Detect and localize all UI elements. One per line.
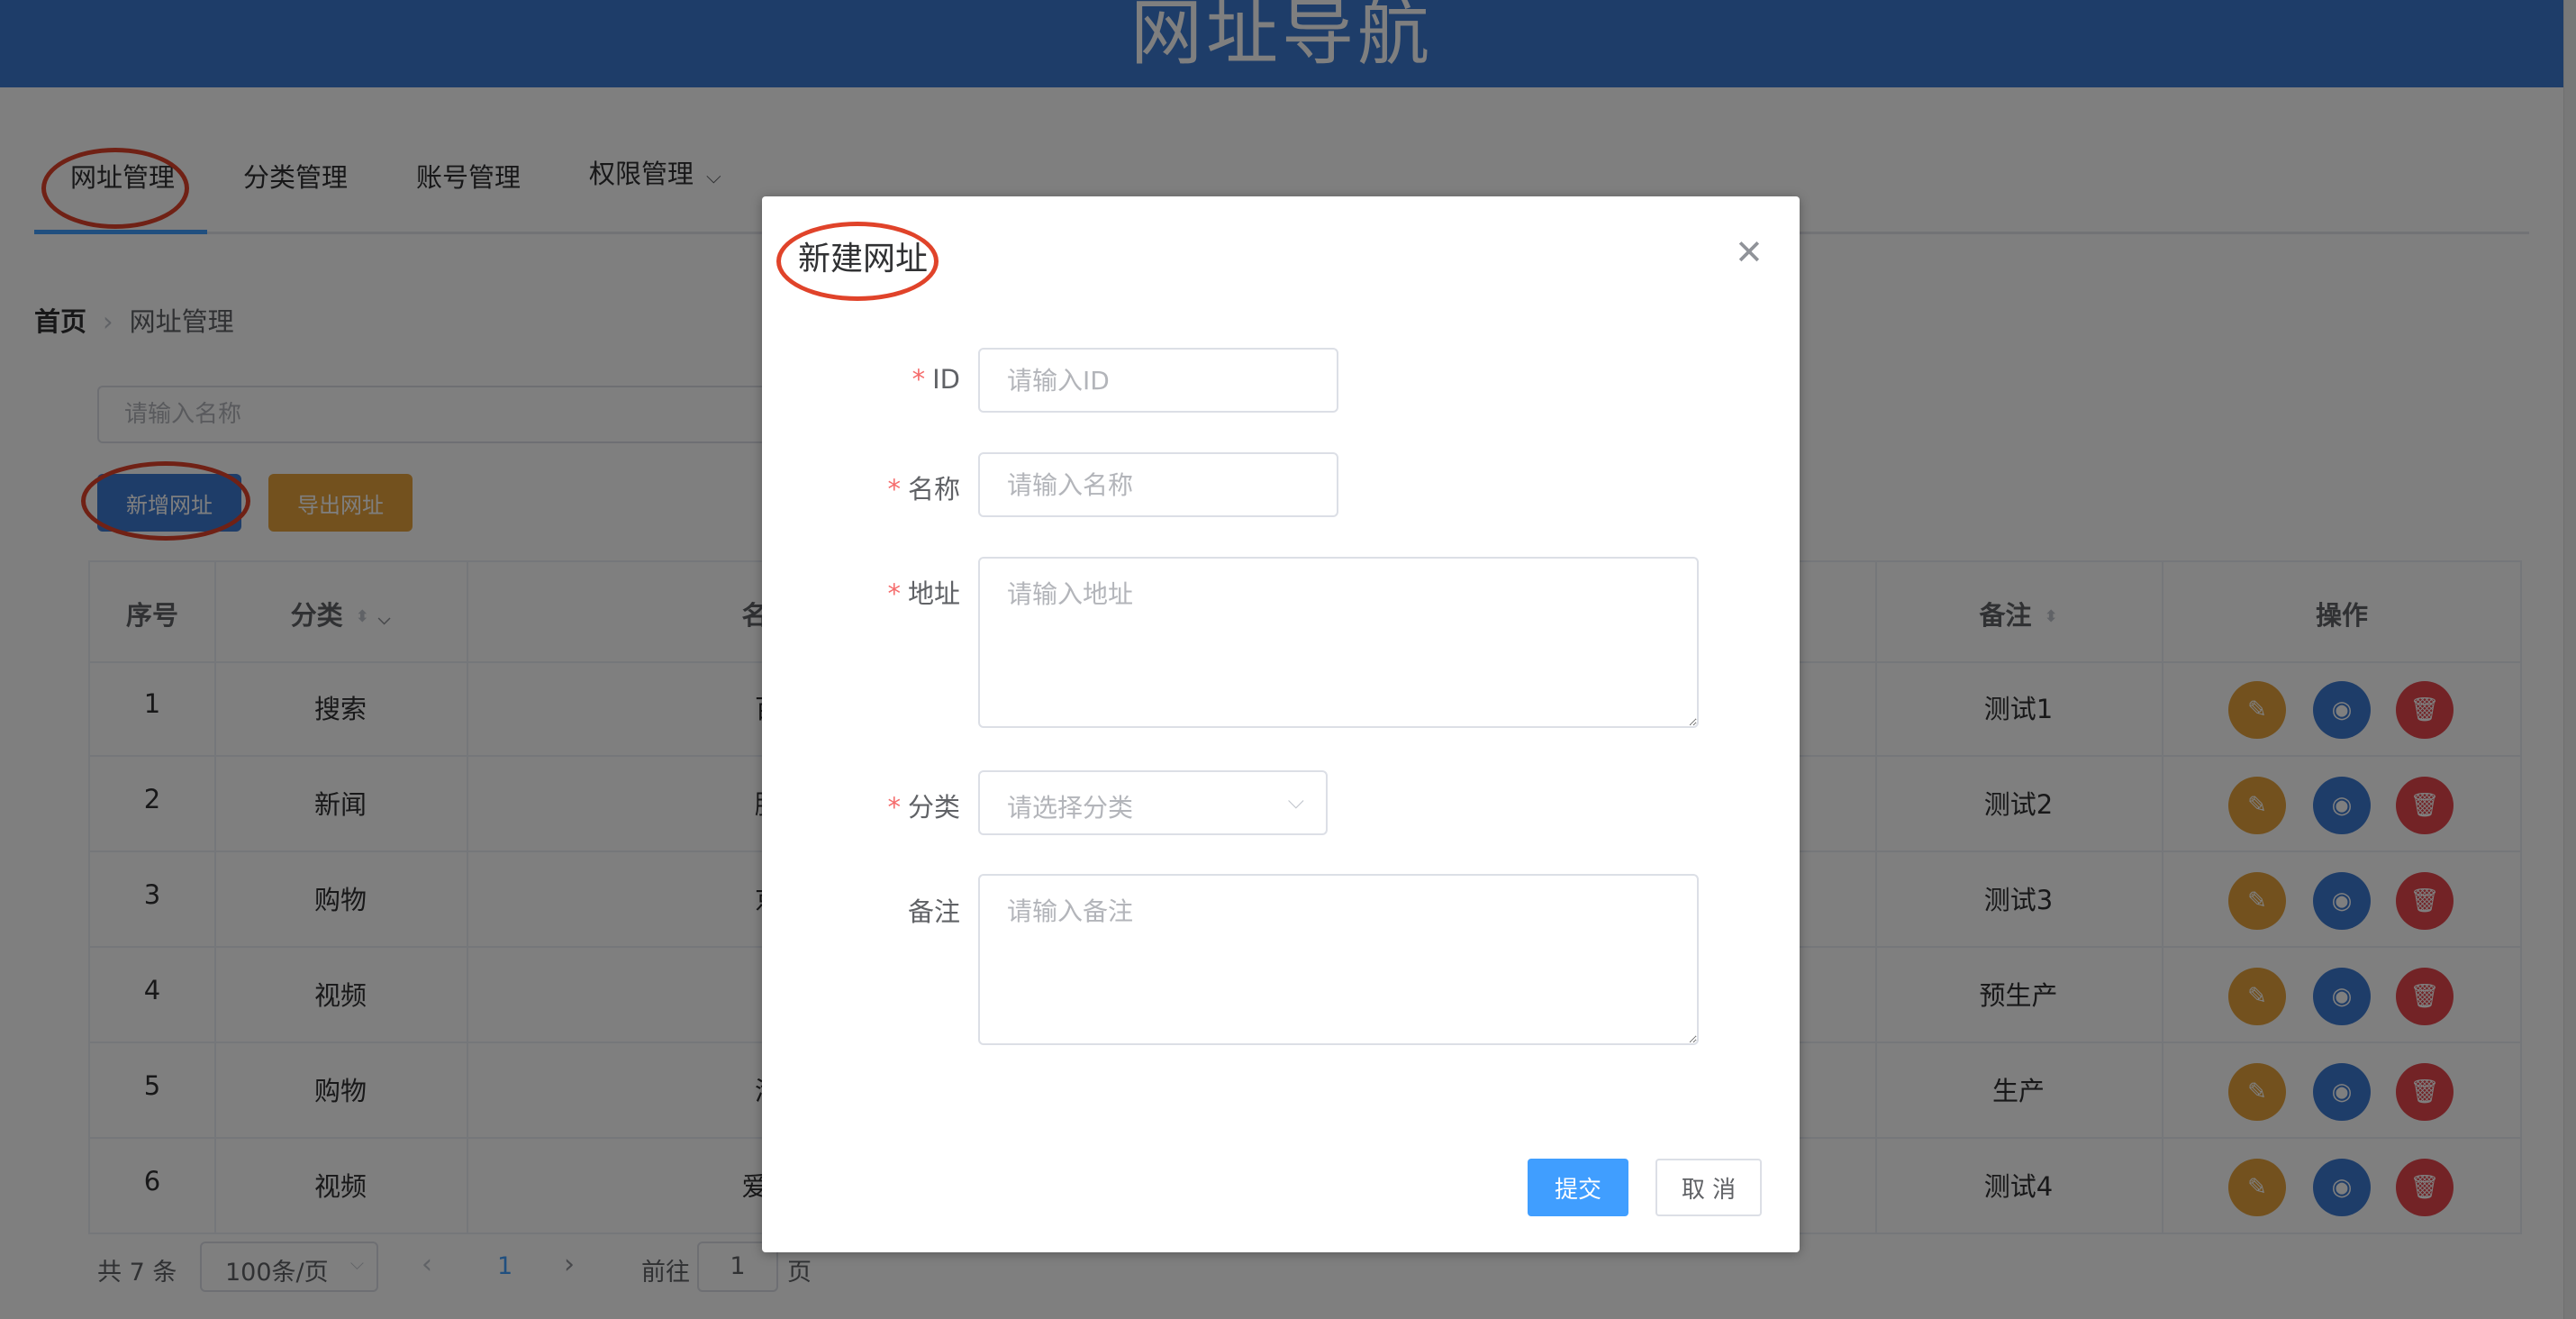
category-placeholder: 请选择分类 [1007,793,1134,823]
chevron-down-icon: ⌵ [1287,788,1304,814]
category-select[interactable]: 请选择分类 ⌵ [978,770,1328,835]
field-label-id: * ID [912,364,960,395]
field-label-name: * 名称 [887,474,960,505]
name-field[interactable] [978,452,1338,517]
annotation-circle [776,222,939,301]
field-label-url: * 地址 [887,578,960,609]
url-field[interactable] [978,557,1699,728]
cancel-button[interactable]: 取 消 [1655,1159,1762,1216]
new-url-dialog: 新建网址 ✕ *ID *名称 *地址 *分类 请选择分类 ⌵ 备注 提交 取 消 [762,196,1800,1252]
remark-field[interactable] [978,874,1699,1045]
id-field[interactable] [978,348,1338,413]
submit-button[interactable]: 提交 [1528,1159,1628,1216]
field-label-remark: 备注 [907,896,960,927]
field-label-category: * 分类 [887,792,960,823]
close-icon[interactable]: ✕ [1735,232,1764,272]
